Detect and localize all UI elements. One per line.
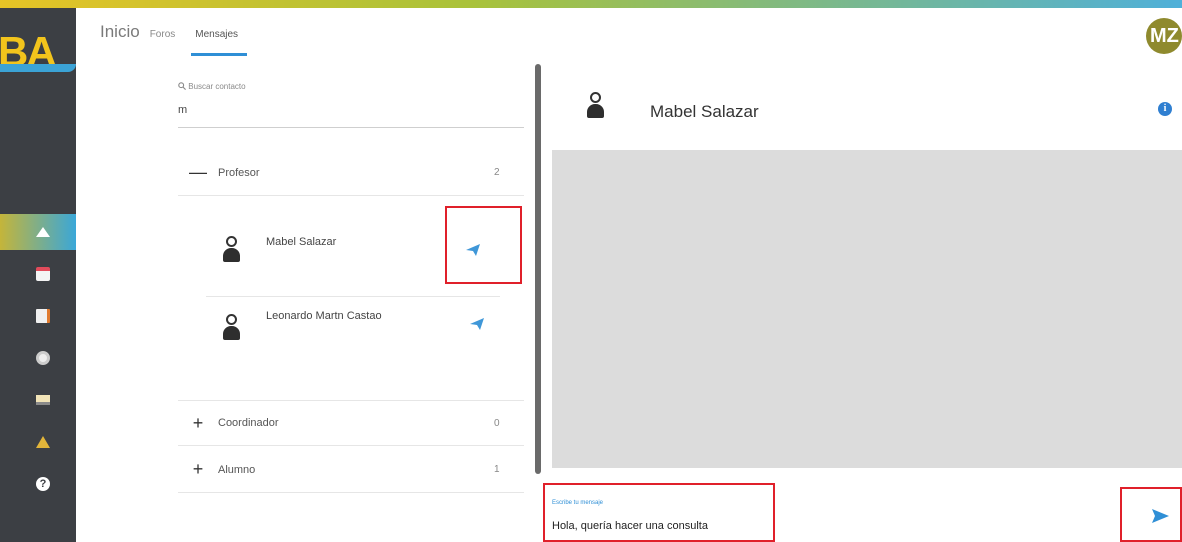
sidebar-item-calendar[interactable] <box>0 256 76 292</box>
contact-divider <box>206 296 500 297</box>
logo-wave <box>0 64 76 72</box>
app-logo[interactable]: BA <box>0 20 76 80</box>
search-icon <box>178 82 186 90</box>
sidebar-item-disk[interactable] <box>0 340 76 376</box>
disk-icon <box>36 351 50 365</box>
tab-mensajes-label: Mensajes <box>195 29 239 40</box>
notes-icon <box>36 309 50 323</box>
tab-mensajes[interactable]: Mensajes <box>191 29 248 56</box>
top-tabs: Inicio Foros Mensajes <box>100 22 258 56</box>
user-avatar[interactable]: MZ <box>1146 18 1182 54</box>
person-avatar-icon <box>222 314 240 342</box>
contact-name: Mabel Salazar <box>266 236 337 248</box>
help-icon: ? <box>36 477 50 491</box>
collapse-icon[interactable]: — <box>178 162 218 183</box>
contact-item-leonardo[interactable]: Leonardo Martn Castao <box>206 300 500 396</box>
home-icon <box>36 227 50 237</box>
search-input[interactable]: m <box>178 104 187 116</box>
group-count: 0 <box>494 417 500 429</box>
sidebar-item-computer[interactable] <box>0 382 76 418</box>
highlight-box-send-contact <box>445 206 522 284</box>
tab-foros[interactable]: Foros <box>150 29 176 40</box>
group-count: 2 <box>494 167 500 178</box>
send-plane-icon[interactable] <box>470 318 484 330</box>
sidebar: BA ? <box>0 8 76 542</box>
group-coordinador[interactable]: + Coordinador 0 <box>178 400 524 446</box>
group-name: Alumno <box>218 463 256 476</box>
calendar-icon <box>36 267 50 281</box>
sidebar-item-notes[interactable] <box>0 298 76 334</box>
expand-icon[interactable]: + <box>178 459 218 480</box>
person-avatar-icon <box>222 236 240 264</box>
search-placeholder: Buscar contacto <box>188 82 246 91</box>
contact-search[interactable]: Buscar contacto m <box>178 82 524 128</box>
group-name: Coordinador <box>218 417 279 429</box>
sidebar-item-help[interactable]: ? <box>0 466 76 502</box>
chat-header: Mabel Salazar i <box>560 80 1180 140</box>
person-avatar-icon <box>586 92 604 120</box>
info-icon[interactable]: i <box>1158 102 1172 116</box>
highlight-box-send-button <box>1120 487 1182 542</box>
active-tab-indicator <box>191 53 248 56</box>
sidebar-item-person[interactable] <box>0 424 76 460</box>
sidebar-item-home[interactable] <box>0 214 76 250</box>
contact-name: Leonardo Martn Castao <box>266 310 382 322</box>
group-profesor[interactable]: — Profesor 2 <box>178 150 524 196</box>
panel-divider[interactable] <box>535 64 541 474</box>
search-label: Buscar contacto <box>178 82 246 91</box>
tab-inicio[interactable]: Inicio <box>100 22 140 42</box>
computer-icon <box>36 395 50 405</box>
chat-contact-name: Mabel Salazar <box>650 102 759 121</box>
group-name: Profesor <box>218 166 260 179</box>
expand-icon[interactable]: + <box>178 413 218 434</box>
highlight-box-compose <box>543 483 775 542</box>
person-icon <box>36 436 50 448</box>
top-accent-bar <box>0 0 1182 8</box>
chat-messages-area <box>552 150 1182 468</box>
group-alumno[interactable]: + Alumno 1 <box>178 447 524 493</box>
group-count: 1 <box>494 464 500 475</box>
